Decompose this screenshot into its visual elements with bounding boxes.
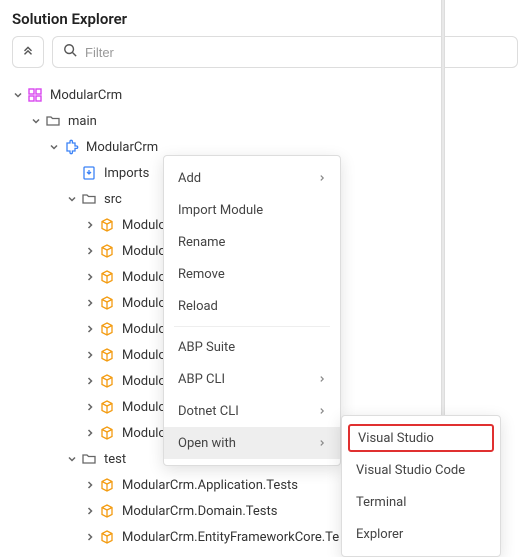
sub-label: Terminal <box>356 495 406 510</box>
import-icon <box>80 164 98 182</box>
chevron-right-icon <box>318 372 326 387</box>
package-icon <box>98 476 116 494</box>
submenu-open-with: Visual Studio Visual Studio Code Termina… <box>341 415 501 557</box>
package-icon <box>98 346 116 364</box>
tree-node-main[interactable]: main <box>0 108 530 134</box>
node-label: test <box>104 452 126 467</box>
package-icon <box>98 216 116 234</box>
node-label: ModularCrm.Application.Tests <box>122 478 298 493</box>
ctx-label: Add <box>178 171 201 186</box>
ctx-reload[interactable]: Reload <box>164 290 340 322</box>
package-icon <box>98 268 116 286</box>
ctx-abp-cli[interactable]: ABP CLI <box>164 363 340 395</box>
package-icon <box>98 320 116 338</box>
node-label: Modulo <box>122 322 166 337</box>
package-icon <box>98 398 116 416</box>
sub-explorer[interactable]: Explorer <box>342 518 500 550</box>
chevron-right-icon[interactable] <box>82 321 98 337</box>
chevron-right-icon <box>318 404 326 419</box>
chevron-right-icon[interactable] <box>82 347 98 363</box>
ctx-open-with[interactable]: Open with <box>164 427 340 459</box>
node-label: Modulo <box>122 270 166 285</box>
sub-visual-studio[interactable]: Visual Studio <box>348 424 494 452</box>
node-label: src <box>104 192 122 207</box>
ctx-label: Reload <box>178 299 218 314</box>
ctx-label: ABP CLI <box>178 372 225 387</box>
tree-node-root[interactable]: ModularCrm <box>0 82 530 108</box>
chevron-right-icon[interactable] <box>82 503 98 519</box>
chevron-down-icon[interactable] <box>64 191 80 207</box>
chevron-right-icon[interactable] <box>82 477 98 493</box>
sub-label: Visual Studio Code <box>356 463 465 478</box>
ctx-dotnet-cli[interactable]: Dotnet CLI <box>164 395 340 427</box>
ctx-label: Dotnet CLI <box>178 404 239 419</box>
chevron-right-icon <box>318 436 326 451</box>
collapse-all-button[interactable] <box>12 36 44 68</box>
separator <box>174 326 330 327</box>
sub-terminal[interactable]: Terminal <box>342 486 500 518</box>
modules-icon <box>26 86 44 104</box>
chevron-right-icon[interactable] <box>82 217 98 233</box>
node-label: ModularCrm.EntityFrameworkCore.Te <box>122 530 339 545</box>
ctx-label: Open with <box>178 436 236 451</box>
node-label: Modulo <box>122 348 166 363</box>
node-label: Modulo <box>122 374 166 389</box>
node-label: Modulo <box>122 426 166 441</box>
node-label: Modulo <box>122 218 166 233</box>
node-label: Modulo <box>122 296 166 311</box>
ctx-add[interactable]: Add <box>164 162 340 194</box>
node-label: Modulo <box>122 244 166 259</box>
package-icon <box>98 424 116 442</box>
chevron-right-icon[interactable] <box>82 269 98 285</box>
panel-title: Solution Explorer <box>0 0 530 36</box>
ctx-import-module[interactable]: Import Module <box>164 194 340 226</box>
package-icon <box>98 294 116 312</box>
folder-icon <box>44 112 62 130</box>
package-icon <box>98 502 116 520</box>
search-box[interactable] <box>52 36 518 68</box>
folder-icon <box>80 190 98 208</box>
puzzle-icon <box>62 138 80 156</box>
chevron-down-icon[interactable] <box>28 113 44 129</box>
node-label: ModularCrm <box>86 140 158 155</box>
package-icon <box>98 242 116 260</box>
ctx-remove[interactable]: Remove <box>164 258 340 290</box>
chevron-right-icon <box>318 171 326 186</box>
chevron-right-icon[interactable] <box>82 295 98 311</box>
chevron-down-icon[interactable] <box>64 451 80 467</box>
chevron-right-icon[interactable] <box>82 243 98 259</box>
chevron-down-icon[interactable] <box>10 87 26 103</box>
chevron-down-icon[interactable] <box>46 139 62 155</box>
chevron-right-icon[interactable] <box>82 399 98 415</box>
sub-visual-studio-code[interactable]: Visual Studio Code <box>342 454 500 486</box>
chevron-right-icon[interactable] <box>82 373 98 389</box>
double-chevron-up-icon <box>21 43 35 61</box>
ctx-label: Import Module <box>178 203 263 218</box>
package-icon <box>98 372 116 390</box>
sub-label: Visual Studio <box>358 431 434 446</box>
node-label: main <box>68 114 97 129</box>
ctx-label: ABP Suite <box>178 340 235 355</box>
context-menu: Add Import Module Rename Remove Reload A… <box>163 155 341 466</box>
search-icon <box>63 43 77 61</box>
folder-icon <box>80 450 98 468</box>
node-label: ModularCrm <box>50 88 122 103</box>
node-label: ModularCrm.Domain.Tests <box>122 504 277 519</box>
node-label: Imports <box>104 166 149 181</box>
chevron-right-icon[interactable] <box>82 425 98 441</box>
ctx-label: Rename <box>178 235 225 250</box>
chevron-right-icon[interactable] <box>82 529 98 545</box>
toolbar <box>0 36 530 78</box>
ctx-label: Remove <box>178 267 225 282</box>
sub-label: Explorer <box>356 527 403 542</box>
ctx-abp-suite[interactable]: ABP Suite <box>164 331 340 363</box>
package-icon <box>98 528 116 546</box>
ctx-rename[interactable]: Rename <box>164 226 340 258</box>
node-label: Modulo <box>122 400 166 415</box>
chevron-placeholder <box>64 165 80 181</box>
